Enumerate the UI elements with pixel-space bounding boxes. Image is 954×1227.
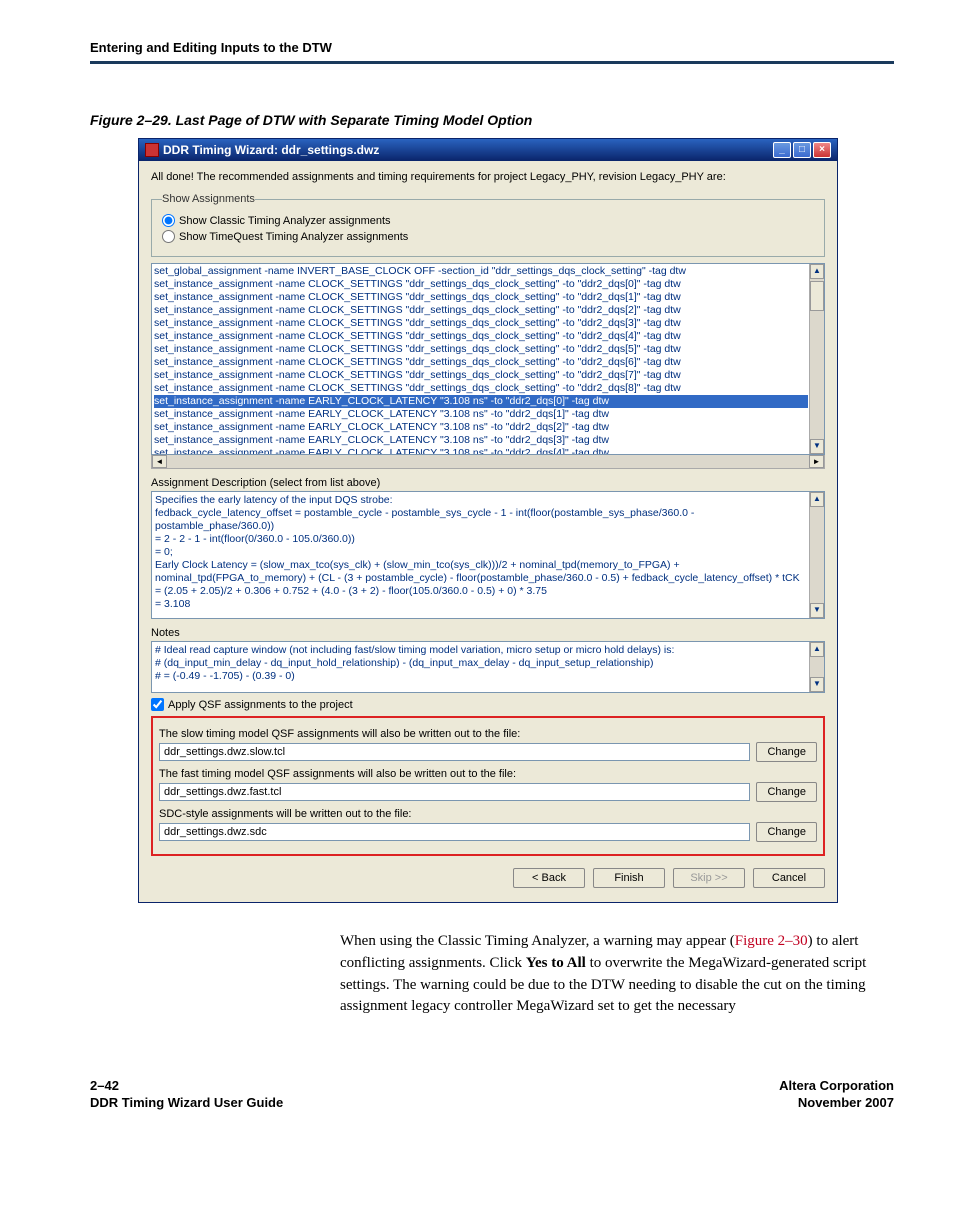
slow-file-label: The slow timing model QSF assignments wi…: [159, 728, 817, 740]
section-title: Entering and Editing Inputs to the DTW: [90, 40, 332, 55]
apply-qsf-input[interactable]: [151, 698, 164, 711]
description-line: = 3.108: [155, 598, 808, 611]
fast-change-button[interactable]: Change: [756, 782, 817, 802]
horizontal-scrollbar[interactable]: ◄ ►: [151, 454, 825, 469]
show-assignments-group: Show Assignments Show Classic Timing Ana…: [151, 193, 825, 257]
description-line: = 2 - 2 - 1 - int(floor(0/360.0 - 105.0/…: [155, 533, 808, 546]
scroll-thumb[interactable]: [810, 281, 824, 311]
radio-classic-input[interactable]: [162, 214, 175, 227]
sdc-change-button[interactable]: Change: [756, 822, 817, 842]
radio-classic[interactable]: Show Classic Timing Analyzer assignments: [162, 214, 814, 227]
radio-timequest-label: Show TimeQuest Timing Analyzer assignmen…: [179, 231, 408, 243]
close-button[interactable]: ×: [813, 142, 831, 158]
page-header: Entering and Editing Inputs to the DTW: [90, 40, 894, 64]
notes-line: # (dq_input_min_delay - dq_input_hold_re…: [155, 657, 808, 670]
maximize-button[interactable]: □: [793, 142, 811, 158]
list-item[interactable]: set_instance_assignment -name CLOCK_SETT…: [154, 304, 808, 317]
body-bold: Yes to All: [526, 955, 586, 971]
vertical-scrollbar[interactable]: ▲ ▼: [809, 264, 824, 454]
output-files-frame: The slow timing model QSF assignments wi…: [151, 716, 825, 856]
list-item[interactable]: set_instance_assignment -name EARLY_CLOC…: [154, 434, 808, 447]
dtw-window: DDR Timing Wizard: ddr_settings.dwz _ □ …: [138, 138, 838, 903]
minimize-button[interactable]: _: [773, 142, 791, 158]
company-name: Altera Corporation: [779, 1078, 894, 1093]
figure-xref[interactable]: Figure 2–30: [735, 933, 808, 949]
description-line: Specifies the early latency of the input…: [155, 494, 808, 507]
guide-title: DDR Timing Wizard User Guide: [90, 1095, 283, 1110]
fast-file-label: The fast timing model QSF assignments wi…: [159, 768, 817, 780]
list-item[interactable]: set_instance_assignment -name CLOCK_SETT…: [154, 343, 808, 356]
notes-box[interactable]: # Ideal read capture window (not includi…: [151, 641, 825, 693]
app-icon: [145, 143, 159, 157]
cancel-button[interactable]: Cancel: [753, 868, 825, 888]
notes-line: # Ideal read capture window (not includi…: [155, 644, 808, 657]
list-item[interactable]: set_instance_assignment -name CLOCK_SETT…: [154, 278, 808, 291]
fast-file-input[interactable]: [159, 783, 750, 801]
scroll-down-button[interactable]: ▼: [810, 439, 824, 454]
page-footer: 2–42 DDR Timing Wizard User Guide Altera…: [90, 1078, 894, 1112]
slow-file-input[interactable]: [159, 743, 750, 761]
notes-scroll-down[interactable]: ▼: [810, 677, 824, 692]
window-title: DDR Timing Wizard: ddr_settings.dwz: [163, 143, 379, 157]
description-line: = (2.05 + 2.05)/2 + 0.306 + 0.752 + (4.0…: [155, 585, 808, 598]
list-item[interactable]: set_instance_assignment -name CLOCK_SETT…: [154, 356, 808, 369]
sdc-file-input[interactable]: [159, 823, 750, 841]
assignments-listbox[interactable]: set_global_assignment -name INVERT_BASE_…: [151, 263, 825, 455]
skip-button: Skip >>: [673, 868, 745, 888]
scroll-up-button[interactable]: ▲: [810, 264, 824, 279]
desc-scroll-down[interactable]: ▼: [810, 603, 824, 618]
slow-change-button[interactable]: Change: [756, 742, 817, 762]
radio-classic-label: Show Classic Timing Analyzer assignments: [179, 215, 391, 227]
apply-qsf-checkbox[interactable]: Apply QSF assignments to the project: [151, 698, 825, 711]
list-item[interactable]: set_instance_assignment -name EARLY_CLOC…: [154, 408, 808, 421]
description-box[interactable]: Specifies the early latency of the input…: [151, 491, 825, 619]
list-item[interactable]: set_instance_assignment -name CLOCK_SETT…: [154, 330, 808, 343]
body-paragraph: When using the Classic Timing Analyzer, …: [340, 931, 894, 1018]
show-assignments-legend: Show Assignments: [162, 193, 255, 205]
intro-text: All done! The recommended assignments an…: [151, 171, 825, 183]
description-line: fedback_cycle_latency_offset = postamble…: [155, 507, 808, 533]
notes-line: # = (-0.49 - -1.705) - (0.39 - 0): [155, 670, 808, 683]
description-label: Assignment Description (select from list…: [151, 477, 825, 489]
list-item[interactable]: set_instance_assignment -name CLOCK_SETT…: [154, 369, 808, 382]
desc-scrollbar[interactable]: ▲ ▼: [809, 492, 824, 618]
apply-qsf-label: Apply QSF assignments to the project: [168, 699, 353, 711]
desc-scroll-up[interactable]: ▲: [810, 492, 824, 507]
description-line: = 0;: [155, 546, 808, 559]
scroll-left-button[interactable]: ◄: [152, 455, 167, 468]
finish-button[interactable]: Finish: [593, 868, 665, 888]
list-item[interactable]: set_instance_assignment -name CLOCK_SETT…: [154, 317, 808, 330]
notes-scroll-up[interactable]: ▲: [810, 642, 824, 657]
radio-timequest[interactable]: Show TimeQuest Timing Analyzer assignmen…: [162, 230, 814, 243]
list-item[interactable]: set_global_assignment -name INVERT_BASE_…: [154, 265, 808, 278]
list-item[interactable]: set_instance_assignment -name CLOCK_SETT…: [154, 382, 808, 395]
sdc-file-label: SDC-style assignments will be written ou…: [159, 808, 817, 820]
window-titlebar: DDR Timing Wizard: ddr_settings.dwz _ □ …: [139, 139, 837, 161]
back-button[interactable]: < Back: [513, 868, 585, 888]
list-item[interactable]: set_instance_assignment -name CLOCK_SETT…: [154, 291, 808, 304]
list-item[interactable]: set_instance_assignment -name EARLY_CLOC…: [154, 447, 808, 455]
notes-label: Notes: [151, 627, 825, 639]
list-item[interactable]: set_instance_assignment -name EARLY_CLOC…: [154, 395, 808, 408]
body-text-a: When using the Classic Timing Analyzer, …: [340, 933, 735, 949]
list-item[interactable]: set_instance_assignment -name EARLY_CLOC…: [154, 421, 808, 434]
figure-caption: Figure 2–29. Last Page of DTW with Separ…: [90, 112, 894, 128]
radio-timequest-input[interactable]: [162, 230, 175, 243]
notes-scrollbar[interactable]: ▲ ▼: [809, 642, 824, 692]
description-line: Early Clock Latency = (slow_max_tco(sys_…: [155, 559, 808, 585]
scroll-right-button[interactable]: ►: [809, 455, 824, 468]
page-number: 2–42: [90, 1078, 119, 1093]
footer-date: November 2007: [798, 1095, 894, 1110]
